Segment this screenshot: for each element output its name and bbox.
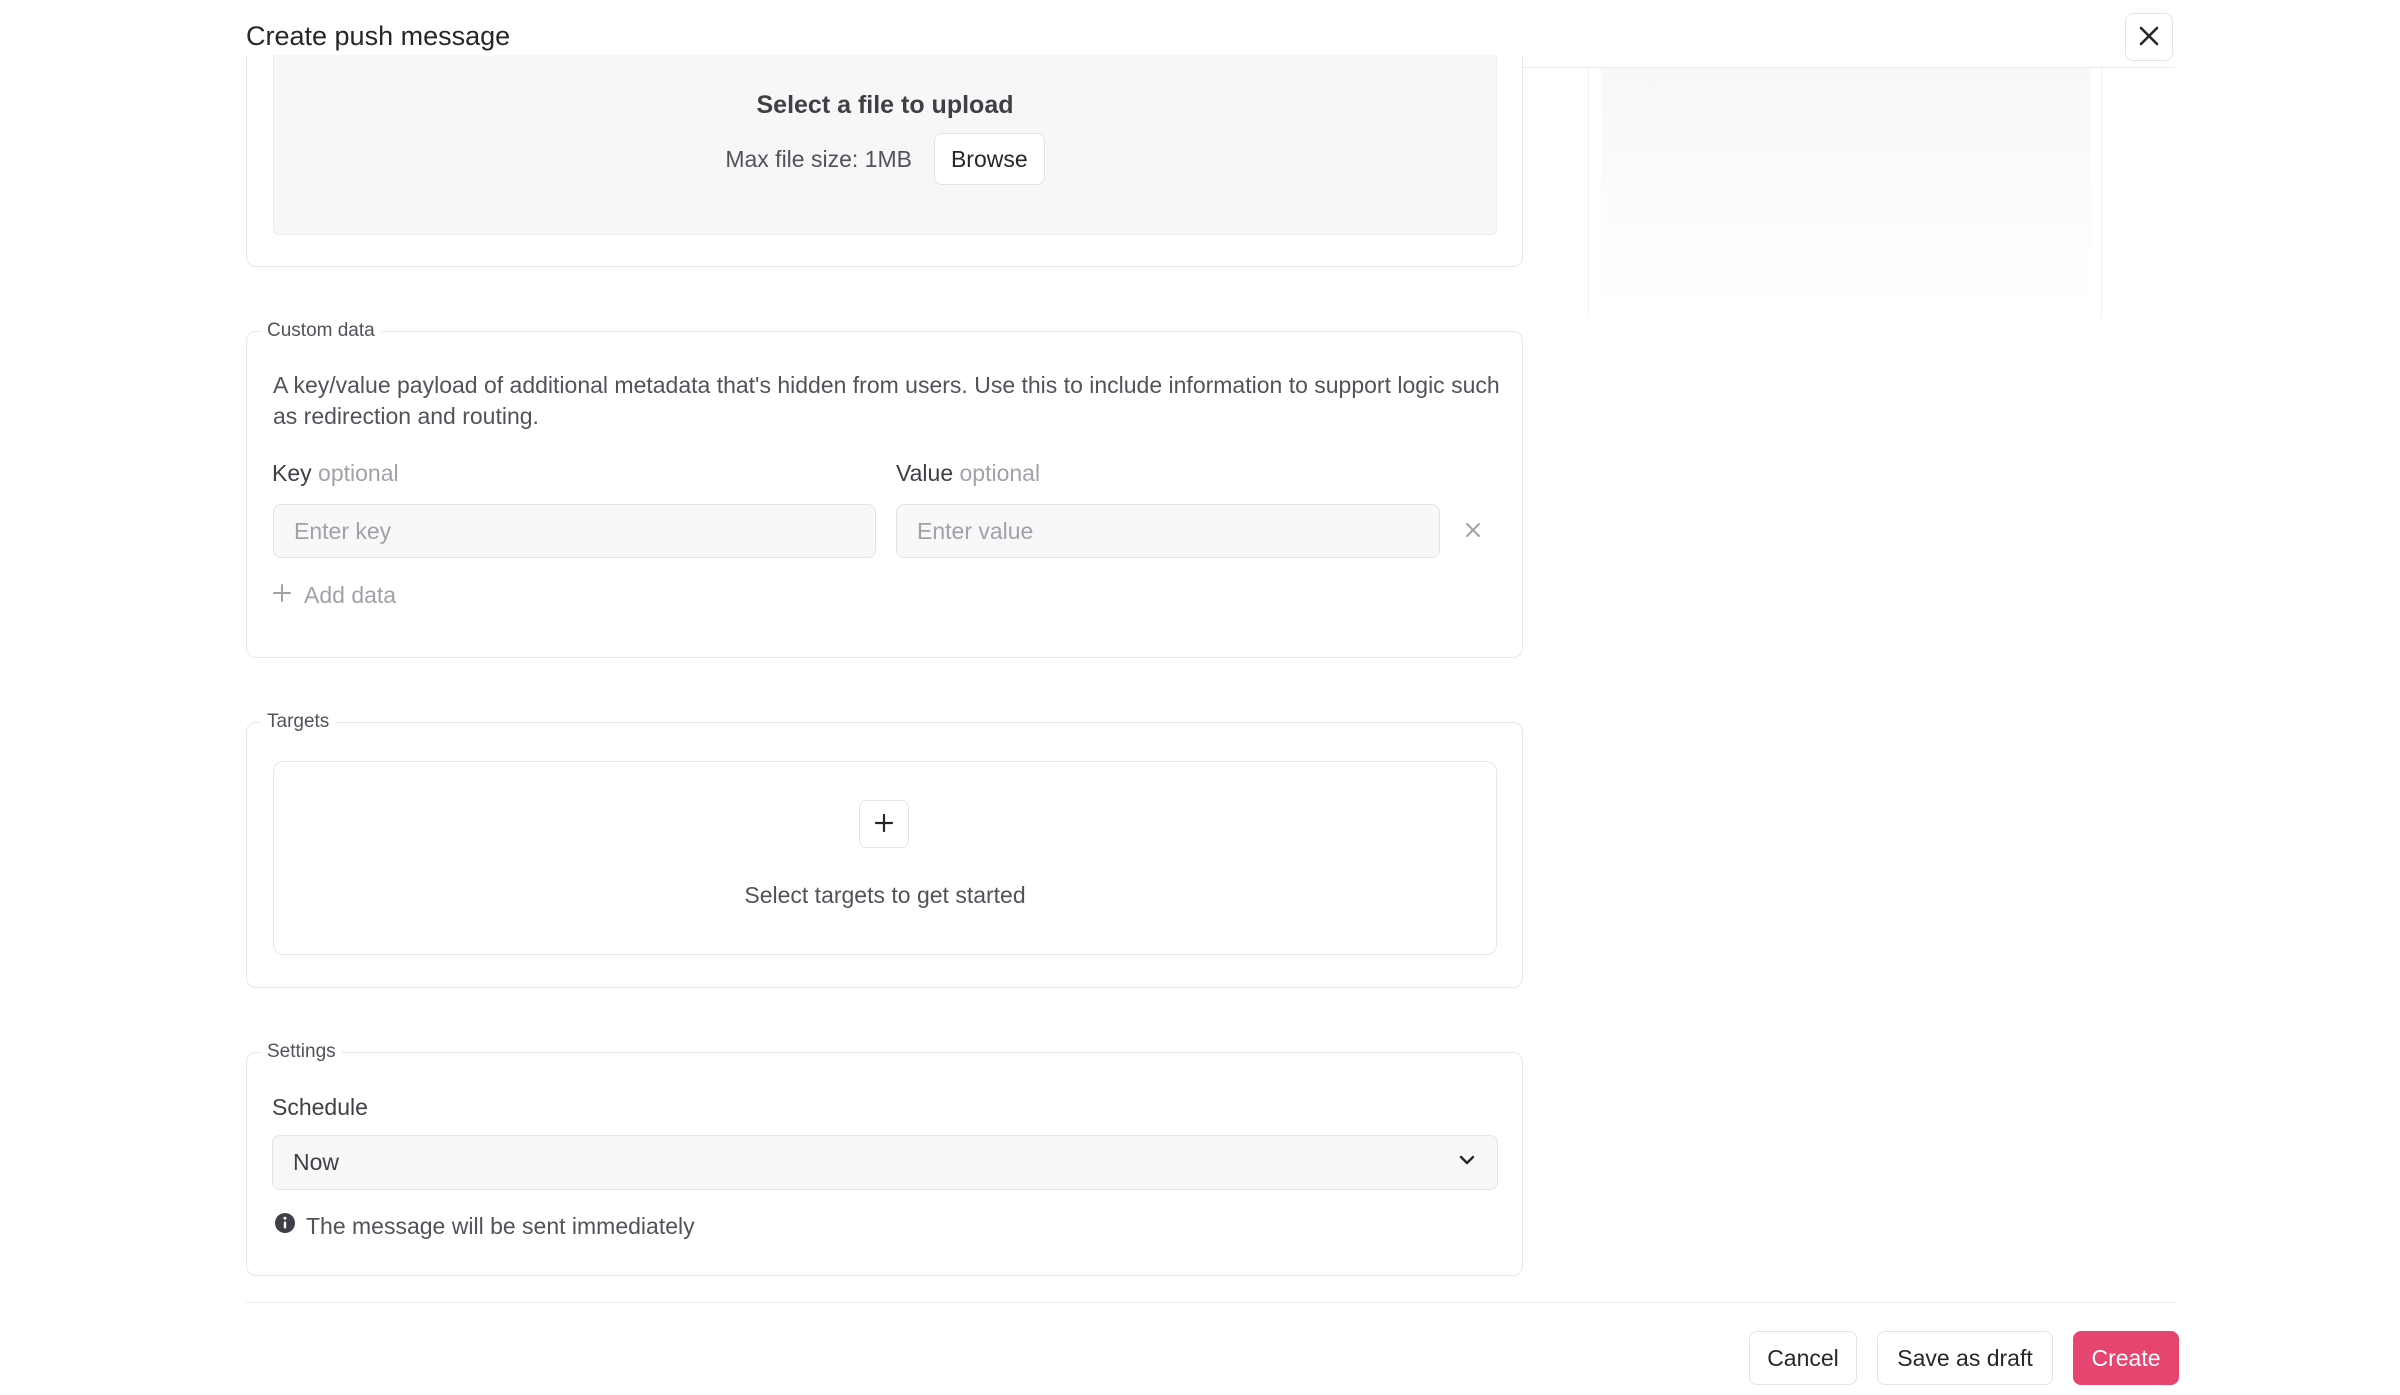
- close-button[interactable]: [2125, 13, 2173, 61]
- value-input[interactable]: [896, 504, 1440, 558]
- value-label-text: Value: [896, 460, 954, 486]
- targets-empty-state: Select targets to get started: [273, 761, 1497, 955]
- save-draft-button[interactable]: Save as draft: [1877, 1331, 2053, 1385]
- schedule-label: Schedule: [272, 1094, 368, 1120]
- chevron-down-icon: [1457, 1150, 1477, 1175]
- upload-row: Max file size: 1MB Browse: [274, 133, 1496, 185]
- targets-empty-text: Select targets to get started: [744, 882, 1026, 908]
- create-button[interactable]: Create: [2073, 1331, 2179, 1385]
- plus-icon: [873, 812, 895, 837]
- info-icon: [274, 1212, 296, 1240]
- plus-icon: [272, 582, 292, 609]
- add-target-button[interactable]: [859, 800, 909, 848]
- browse-button[interactable]: Browse: [933, 133, 1045, 185]
- dialog-title: Create push message: [246, 21, 511, 51]
- footer-divider: [246, 1302, 2175, 1303]
- custom-data-section: Custom data A key/value payload of addit…: [246, 320, 1523, 658]
- schedule-info-text: The message will be sent immediately: [306, 1212, 695, 1239]
- upload-dropzone[interactable]: Select a file to upload Max file size: 1…: [273, 55, 1497, 235]
- key-label-text: Key: [272, 460, 312, 486]
- schedule-info: The message will be sent immediately: [274, 1212, 695, 1240]
- value-optional-text: optional: [959, 460, 1041, 486]
- custom-data-description: A key/value payload of additional metada…: [273, 372, 1500, 429]
- cancel-button[interactable]: Cancel: [1749, 1331, 1857, 1385]
- schedule-select[interactable]: Now: [272, 1135, 1498, 1190]
- upload-title: Select a file to upload: [756, 91, 1014, 119]
- settings-legend: Settings: [261, 1041, 342, 1063]
- x-icon: [1463, 520, 1483, 545]
- schedule-value: Now: [293, 1149, 340, 1175]
- value-label: Value optional: [896, 460, 1040, 487]
- add-data-button[interactable]: Add data: [272, 582, 396, 609]
- key-optional-text: optional: [318, 460, 399, 486]
- targets-section: Targets Select targets to get started: [246, 711, 1523, 988]
- targets-legend: Targets: [261, 711, 336, 733]
- close-icon: [2137, 24, 2161, 51]
- preview-area: [1601, 68, 2091, 308]
- upload-hint: Max file size: 1MB: [725, 145, 912, 172]
- custom-data-legend: Custom data: [261, 320, 381, 342]
- add-data-label: Add data: [304, 582, 397, 608]
- key-label: Key optional: [272, 460, 399, 487]
- upload-section: Select a file to upload Max file size: 1…: [246, 55, 1523, 267]
- key-input[interactable]: [273, 504, 876, 558]
- preview-panel: [1588, 68, 2102, 318]
- remove-row-button[interactable]: [1460, 519, 1486, 545]
